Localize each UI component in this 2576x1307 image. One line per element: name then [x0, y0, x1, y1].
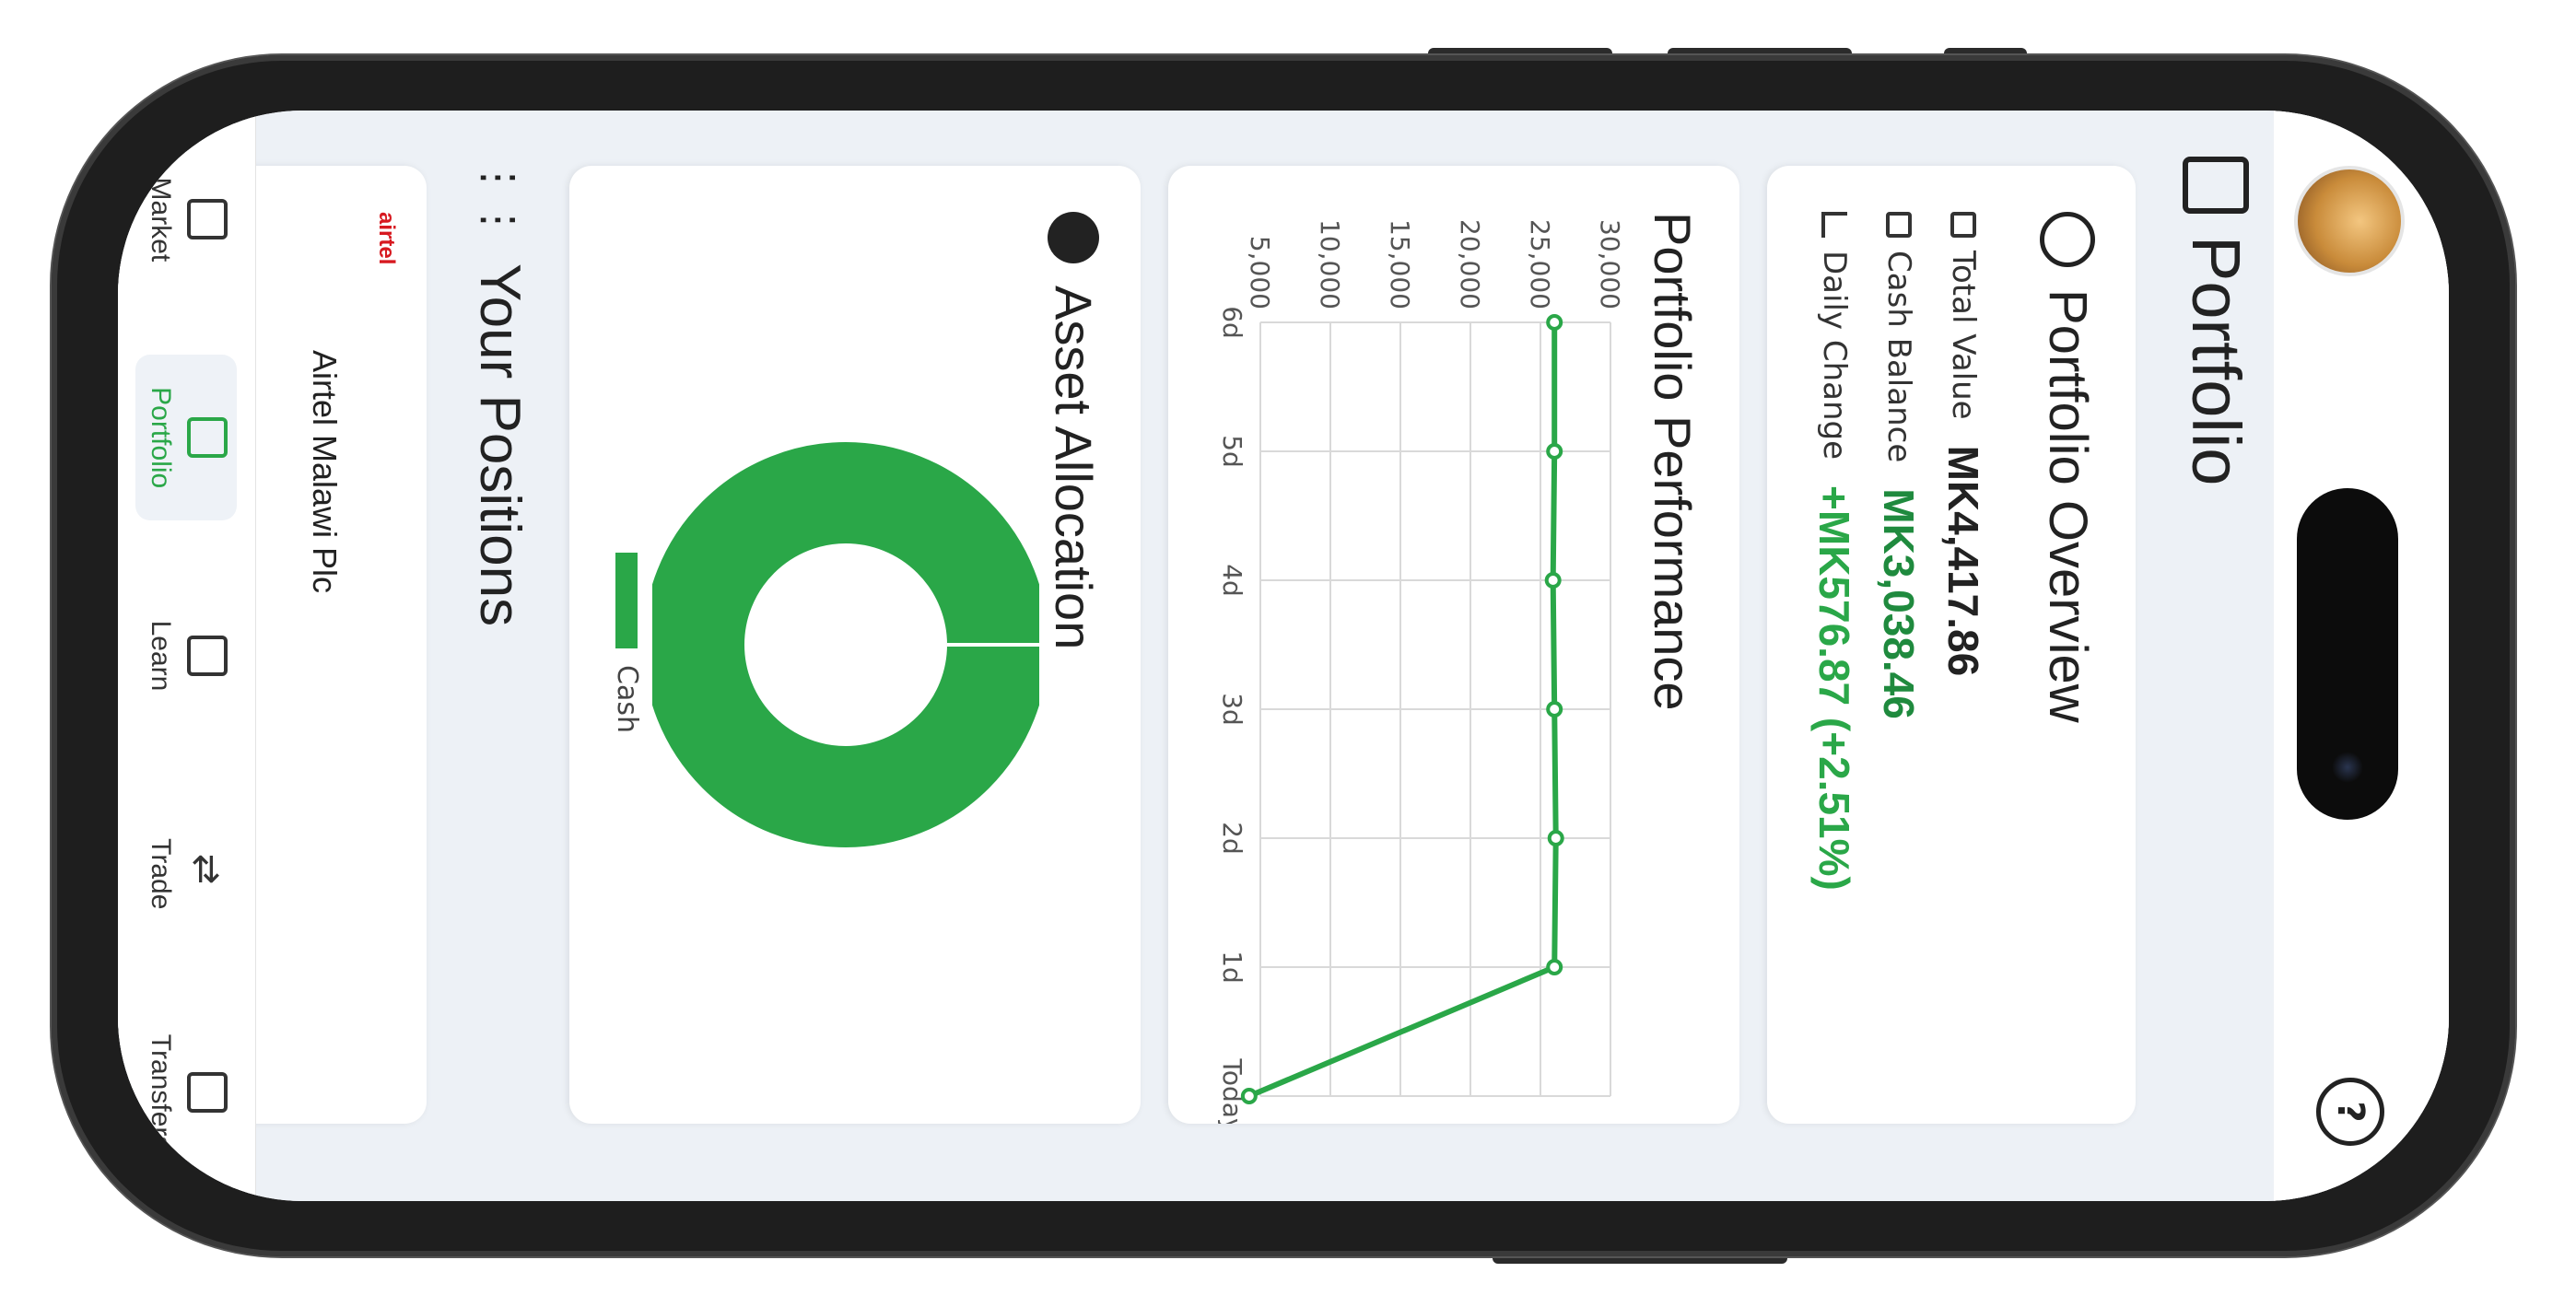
phone-frame: ? Portfolio Portfolio Overview Total Val…	[52, 55, 2515, 1256]
cash-balance-row: Cash Balance MK3,038.46	[1874, 212, 1924, 719]
allocation-legend: Cash	[611, 553, 643, 733]
swap-arrows-icon: ⇄	[185, 853, 228, 885]
list-icon: ⋮⋮	[474, 157, 525, 241]
allocation-header: Asset Allocation	[1044, 212, 1104, 649]
portfolio-app: ? Portfolio Portfolio Overview Total Val…	[118, 111, 2449, 1201]
page-title: Portfolio	[2177, 157, 2255, 485]
portfolio-overview-card: Portfolio Overview Total Value MK4,417.8…	[1767, 166, 2136, 1124]
cash-icon	[1886, 212, 1912, 238]
screen: ? Portfolio Portfolio Overview Total Val…	[118, 111, 2449, 1201]
legend-swatch-cash	[615, 553, 638, 648]
pie-chart-icon	[2040, 212, 2096, 267]
asset-allocation-card: Asset Allocation Cash	[569, 166, 1141, 1124]
data-point	[1546, 314, 1563, 331]
bar-chart-icon	[187, 199, 228, 240]
allocation-chart	[652, 442, 1039, 847]
nav-label-trade: Trade	[146, 838, 176, 910]
nav-label-transfers: Transfers	[146, 1033, 176, 1150]
nav-item-trade[interactable]: ⇄ Trade	[135, 791, 237, 957]
nav-item-portfolio[interactable]: Portfolio	[135, 355, 237, 521]
x-tick-label: 3d	[1217, 693, 1247, 726]
help-icon[interactable]: ?	[2316, 1078, 2384, 1146]
x-tick-label: 1d	[1217, 951, 1247, 984]
data-point	[1546, 443, 1563, 460]
cash-icon	[187, 1071, 228, 1113]
nav-item-learn[interactable]: Learn	[135, 573, 237, 739]
y-tick-label: 30,000	[1595, 219, 1625, 309]
wallet-icon	[187, 417, 228, 459]
wallet-small-icon	[1950, 212, 1976, 238]
trend-icon	[1821, 212, 1847, 238]
nav-item-market[interactable]: Market	[135, 136, 237, 302]
x-tick-label: 6d	[1217, 306, 1247, 339]
y-tick-label: 25,000	[1525, 219, 1555, 309]
cash-balance: MK3,038.46	[1875, 488, 1923, 719]
nav-item-transfers[interactable]: Transfers	[135, 1009, 237, 1175]
page-title-text: Portfolio	[2178, 236, 2254, 486]
data-point	[1544, 572, 1562, 589]
nav-label-market: Market	[146, 177, 176, 263]
y-tick-label: 5,000	[1245, 236, 1275, 309]
data-point	[1547, 830, 1564, 846]
overview-header: Portfolio Overview	[2037, 212, 2099, 723]
portfolio-performance-card: Portfolio Performance 5,000 10,000 15,000 2…	[1168, 166, 1739, 1124]
total-value-label: Total Value	[1945, 251, 1982, 420]
y-tick-label: 20,000	[1455, 219, 1485, 309]
camera-icon	[2332, 752, 2363, 783]
total-value-row: Total Value MK4,417.86	[1938, 212, 1988, 676]
daily-change: +MK576.87 (+2.51%)	[1810, 485, 1858, 891]
total-value: MK4,417.86	[1939, 445, 1987, 677]
pie-chart-icon	[1048, 212, 1100, 263]
daily-change-row: Daily Change +MK576.87 (+2.51%)	[1809, 212, 1859, 891]
daily-change-label: Daily Change	[1816, 251, 1853, 461]
top-bar: ?	[2274, 111, 2449, 1201]
data-point	[1240, 1088, 1258, 1104]
performance-title: Portfolio Performance	[1644, 212, 1702, 711]
book-icon	[187, 635, 228, 676]
data-point	[1546, 701, 1563, 718]
nav-label-portfolio: Portfolio	[146, 387, 176, 489]
positions-header: ⋮⋮ Your Positions	[467, 157, 533, 626]
legend-label-cash: Cash	[611, 665, 643, 733]
bottom-nav: Market Portfolio Learn ⇄ Trade Transfers	[118, 111, 256, 1201]
performance-chart: 5,000 10,000 15,000 20,000 25,000 30,000 6d 5d 4…	[1217, 219, 1625, 1124]
position-name: Airtel Malawi Plc	[306, 350, 344, 594]
avatar[interactable]	[2294, 166, 2405, 276]
y-tick-label: 15,000	[1385, 219, 1415, 309]
cash-balance-label: Cash Balance	[1880, 251, 1917, 463]
y-tick-label: 10,000	[1315, 219, 1345, 309]
x-tick-label: 4d	[1217, 564, 1247, 597]
dynamic-island	[2297, 488, 2398, 820]
data-point	[1546, 959, 1563, 975]
overview-title: Portfolio Overview	[2038, 289, 2098, 723]
allocation-title: Asset Allocation	[1045, 286, 1103, 650]
positions-title: Your Positions	[468, 263, 532, 627]
wallet-icon	[2183, 157, 2250, 214]
x-tick-label: 5d	[1217, 435, 1247, 468]
nav-label-learn: Learn	[146, 620, 176, 692]
airtel-logo: airtel	[374, 212, 399, 265]
x-tick-label: 2d	[1217, 822, 1247, 855]
